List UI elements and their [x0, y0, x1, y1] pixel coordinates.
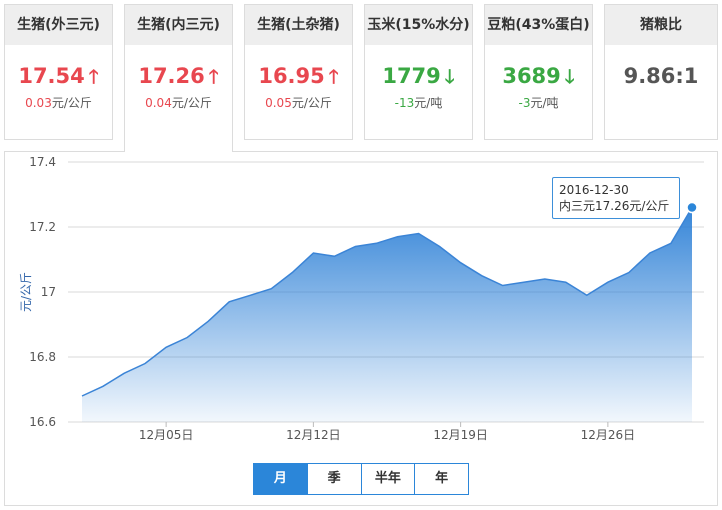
y-axis-label: 元/公斤	[19, 272, 33, 312]
price-chart[interactable]: 17.417.21716.816.6 12月05日 12月12日 12月19日 12月…	[0, 0, 722, 510]
y-tick-labels: 17.4 17.2 17 16.8 16.6	[29, 155, 56, 429]
y-tick-label: 16.6	[29, 415, 56, 429]
tooltip-value: 内三元17.26元/公斤	[559, 199, 670, 213]
x-tick-label: 12月19日	[433, 428, 488, 442]
x-tick-label: 12月26日	[581, 428, 636, 442]
last-point-marker	[686, 201, 698, 214]
chart-tooltip: 2016-12-30 内三元17.26元/公斤	[552, 177, 680, 219]
x-tick-label: 12月05日	[139, 428, 194, 442]
x-tick-labels: 12月05日 12月12日 12月19日 12月26日	[139, 422, 635, 442]
tab-month[interactable]: 月	[254, 464, 308, 494]
x-tick-label: 12月12日	[286, 428, 341, 442]
tab-year[interactable]: 年	[415, 464, 468, 494]
range-tabs: 月 季 半年 年	[253, 463, 469, 495]
y-tick-label: 17.2	[29, 220, 56, 234]
tab-half-year[interactable]: 半年	[362, 464, 416, 494]
y-tick-label: 17	[41, 285, 56, 299]
tab-quarter[interactable]: 季	[308, 464, 362, 494]
tooltip-date: 2016-12-30	[559, 183, 629, 197]
y-tick-label: 17.4	[29, 155, 56, 169]
y-tick-label: 16.8	[29, 350, 56, 364]
